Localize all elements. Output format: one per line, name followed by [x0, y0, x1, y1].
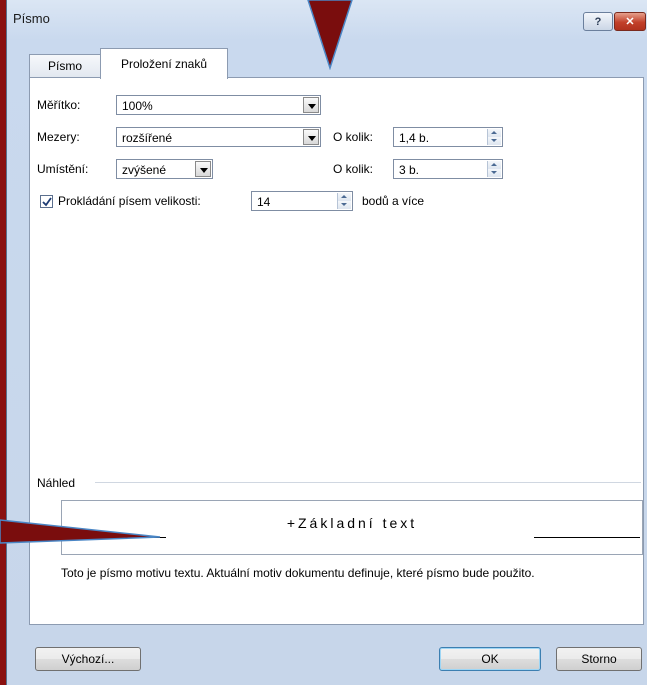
- callout-pointer-top: [307, 0, 353, 70]
- chevron-down-icon[interactable]: [303, 97, 319, 113]
- spinner-buttons: [487, 129, 501, 145]
- position-by-label: O kolik:: [333, 162, 374, 176]
- position-by-value: 3 b.: [399, 163, 420, 177]
- chevron-down-icon[interactable]: [303, 129, 319, 145]
- close-button[interactable]: ✕: [614, 12, 646, 31]
- preview-description: Toto je písmo motivu textu. Aktuální mot…: [61, 566, 535, 580]
- spacing-by-label: O kolik:: [333, 130, 374, 144]
- tab-font-label: Písmo: [47, 59, 82, 73]
- spacing-by-spinner[interactable]: 1,4 b.: [393, 127, 503, 147]
- scale-value: 100%: [122, 99, 153, 113]
- spin-down-icon[interactable]: [488, 169, 501, 177]
- cancel-button[interactable]: Storno: [556, 647, 642, 671]
- position-by-spinner[interactable]: 3 b.: [393, 159, 503, 179]
- kerning-checkbox[interactable]: [40, 195, 53, 208]
- ok-button[interactable]: OK: [439, 647, 541, 671]
- help-button[interactable]: ?: [583, 12, 613, 31]
- spacing-select[interactable]: rozšířené: [116, 127, 321, 147]
- position-label: Umístění:: [37, 162, 89, 176]
- chevron-down-icon[interactable]: [195, 161, 211, 177]
- position-value: zvýšené: [122, 163, 167, 177]
- spinner-buttons: [337, 193, 351, 209]
- set-default-button[interactable]: Výchozí...: [35, 647, 141, 671]
- kerning-size-spinner[interactable]: 14: [251, 191, 353, 211]
- spacing-by-value: 1,4 b.: [399, 131, 430, 145]
- dialog-title: Písmo: [13, 11, 50, 26]
- kerning-size-value: 14: [257, 195, 271, 209]
- checkmark-icon: [42, 197, 52, 207]
- scale-select[interactable]: 100%: [116, 95, 321, 115]
- spin-down-icon[interactable]: [488, 137, 501, 145]
- tab-font[interactable]: Písmo: [29, 54, 101, 77]
- scale-label: Měřítko:: [37, 98, 81, 112]
- spacing-label: Mezery:: [37, 130, 80, 144]
- preview-divider: [95, 482, 641, 483]
- preview-baseline-right: [534, 537, 640, 538]
- help-icon: ?: [594, 15, 602, 28]
- kerning-label: Prokládání písem velikosti:: [58, 194, 201, 208]
- kerning-suffix: bodů a více: [362, 194, 425, 208]
- spin-down-icon[interactable]: [338, 201, 351, 209]
- tab-spacing-label: Proložení znaků: [120, 57, 208, 71]
- preview-heading: Náhled: [37, 476, 76, 490]
- font-dialog: Písmo ? ✕ Písmo Proložení znaků Měřítko:…: [6, 0, 647, 685]
- position-select[interactable]: zvýšené: [116, 159, 213, 179]
- tab-character-spacing[interactable]: Proložení znaků: [100, 48, 228, 79]
- callout-pointer-left: [0, 519, 161, 544]
- spacing-value: rozšířené: [122, 131, 173, 145]
- close-icon: ✕: [625, 16, 635, 28]
- spinner-buttons: [487, 161, 501, 177]
